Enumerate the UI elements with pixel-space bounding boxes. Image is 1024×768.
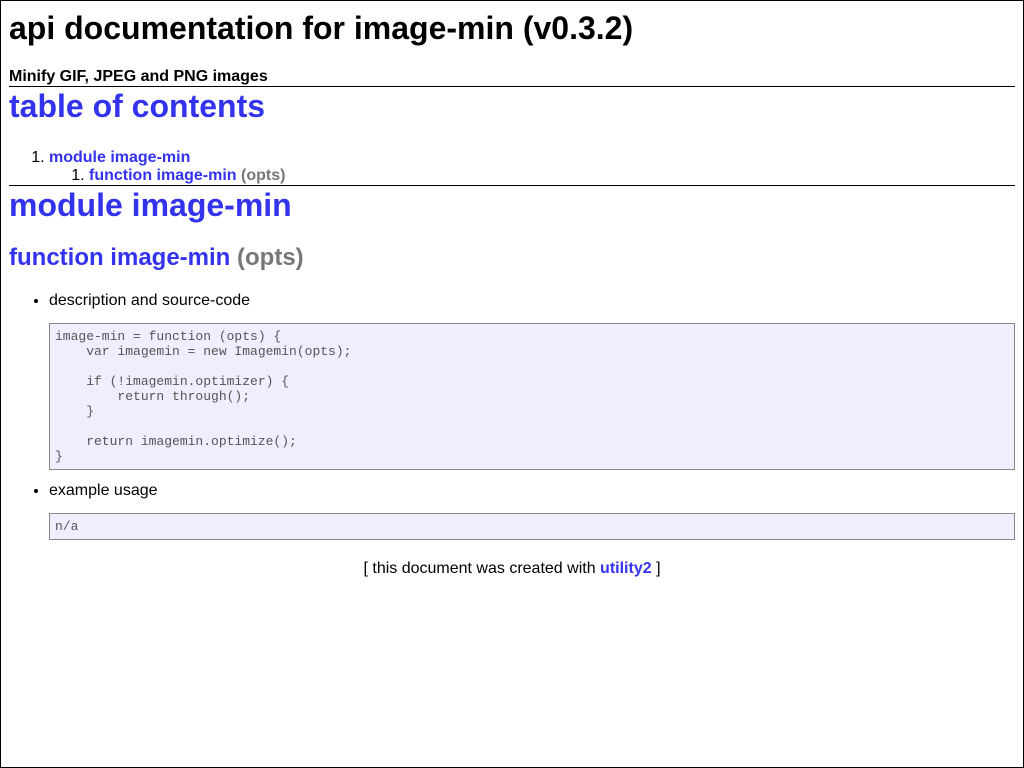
page-subtitle: Minify GIF, JPEG and PNG images: [9, 68, 268, 85]
toc-link-function-image-min[interactable]: function image-min (opts): [89, 167, 285, 184]
toc-function-signature: (opts): [241, 167, 286, 184]
footer-suffix: ]: [656, 560, 661, 577]
function-heading[interactable]: function image-min (opts): [9, 244, 1015, 272]
list-item-description: description and source-code image-min = …: [49, 292, 1015, 470]
toc-heading-link[interactable]: table of contents: [9, 88, 265, 124]
toc-function-name: function image-min: [89, 167, 237, 184]
toc-item-function: function image-min (opts): [89, 167, 1015, 185]
toc-item-module: module image-min function image-min (opt…: [49, 149, 1015, 185]
function-name: function image-min: [9, 244, 231, 271]
module-heading-link[interactable]: module image-min: [9, 187, 292, 223]
description-label: description and source-code: [49, 292, 251, 309]
example-label: example usage: [49, 482, 158, 499]
function-detail-list: description and source-code image-min = …: [9, 292, 1015, 540]
toc-heading[interactable]: table of contents: [9, 87, 1015, 125]
utility2-link[interactable]: utility2: [600, 560, 652, 577]
document-page: api documentation for image-min (v0.3.2)…: [0, 0, 1024, 768]
list-item-example: example usage n/a: [49, 482, 1015, 540]
function-signature: (opts): [237, 244, 304, 271]
example-code-block: n/a: [49, 513, 1015, 540]
footer: [ this document was created with utility…: [9, 560, 1015, 578]
page-title: api documentation for image-min (v0.3.2): [9, 10, 634, 46]
toc-list: module image-min function image-min (opt…: [9, 149, 1015, 185]
toc-sublist: function image-min (opts): [49, 167, 1015, 185]
source-code-block: image-min = function (opts) { var imagem…: [49, 323, 1015, 470]
module-heading[interactable]: module image-min: [9, 186, 1015, 224]
function-heading-link[interactable]: function image-min (opts): [9, 244, 304, 271]
footer-prefix: [ this document was created with: [363, 560, 596, 577]
toc-link-module-image-min[interactable]: module image-min: [49, 149, 190, 166]
